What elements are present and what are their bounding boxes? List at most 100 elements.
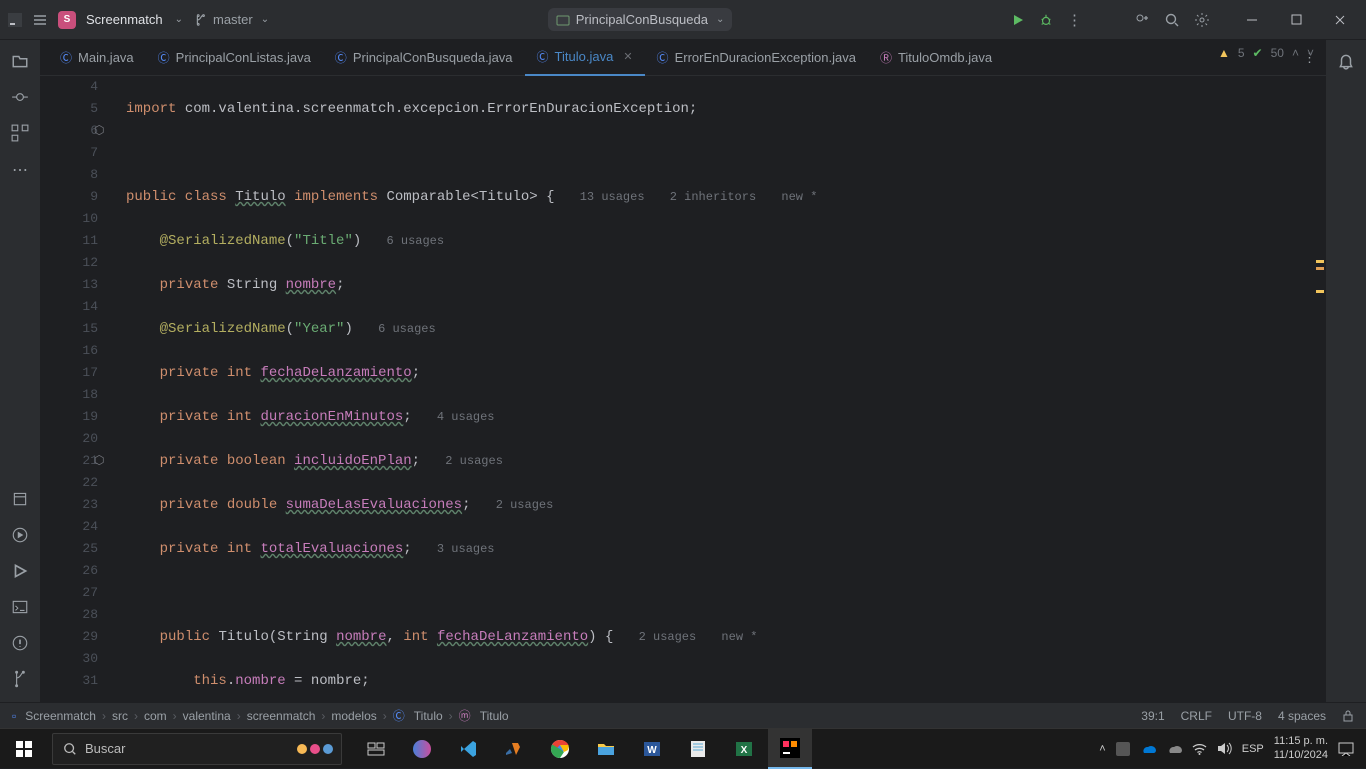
implements-gutter-icon[interactable]: ⬡ xyxy=(94,120,104,142)
editor-scrollbar[interactable] xyxy=(1314,112,1326,702)
svg-text:X: X xyxy=(741,745,748,756)
readonly-lock-icon[interactable] xyxy=(1342,710,1354,722)
class-icon: Ⓒ xyxy=(393,707,405,724)
system-tray: ˄ ESP 11:15 p. m. 11/10/2024 xyxy=(1099,735,1366,761)
chevron-down-icon: ⌄ xyxy=(261,14,269,25)
indent-status[interactable]: 4 spaces xyxy=(1278,709,1326,723)
taskbar-apps: W X xyxy=(354,729,812,769)
copilot-app-icon[interactable] xyxy=(400,729,444,769)
next-highlight-icon[interactable]: ˅ xyxy=(1307,46,1314,60)
chevron-down-icon: ⌄ xyxy=(716,14,724,25)
window-controls xyxy=(1234,6,1358,34)
volume-icon[interactable] xyxy=(1217,742,1232,755)
method-icon: ⓜ xyxy=(459,707,471,724)
tab-label: PrincipalConListas.java xyxy=(176,50,311,65)
java-class-icon: Ⓒ xyxy=(537,48,549,65)
left-tool-rail: ⋯ xyxy=(0,40,40,702)
run-config-icon xyxy=(556,13,570,27)
problems-tool-icon[interactable] xyxy=(11,634,29,652)
code-content[interactable]: import com.valentina.screenmatch.excepci… xyxy=(116,76,1326,702)
word-app-icon[interactable]: W xyxy=(630,729,674,769)
tab-label: TituloOmdb.java xyxy=(898,50,992,65)
project-name[interactable]: Screenmatch xyxy=(86,12,163,27)
commit-tool-icon[interactable] xyxy=(11,88,29,106)
breadcrumb-item[interactable]: valentina xyxy=(183,709,231,723)
search-everywhere-icon[interactable] xyxy=(1164,12,1180,28)
inspection-widget[interactable]: ▲5 ✔50 ˄ ˅ xyxy=(1218,46,1314,60)
breadcrumb-item[interactable]: src xyxy=(112,709,128,723)
project-tool-icon[interactable] xyxy=(11,52,29,70)
excel-app-icon[interactable]: X xyxy=(722,729,766,769)
file-encoding[interactable]: UTF-8 xyxy=(1228,709,1262,723)
run-config-selector[interactable]: PrincipalConBusqueda ⌄ xyxy=(548,8,733,31)
start-button[interactable] xyxy=(0,729,48,769)
task-view-icon[interactable] xyxy=(354,729,398,769)
weak-count: 50 xyxy=(1271,46,1284,60)
search-placeholder: Buscar xyxy=(85,741,125,756)
tab-main-java[interactable]: ⒸMain.java xyxy=(48,40,146,76)
onedrive-icon[interactable] xyxy=(1140,743,1156,755)
tab-principalconlistas[interactable]: ⒸPrincipalConListas.java xyxy=(146,40,323,76)
chevron-down-icon[interactable]: ⌄ xyxy=(175,14,183,25)
right-tool-rail xyxy=(1326,40,1366,702)
services-tool-icon[interactable] xyxy=(11,526,29,544)
more-tools-icon[interactable]: ⋯ xyxy=(12,160,28,180)
svg-text:W: W xyxy=(647,745,657,756)
build-tool-icon[interactable] xyxy=(11,490,29,508)
debug-button-icon[interactable] xyxy=(1039,13,1053,27)
matlab-app-icon[interactable] xyxy=(492,729,536,769)
run-tool-icon[interactable] xyxy=(11,562,29,580)
notifications-tray-icon[interactable] xyxy=(1338,742,1354,756)
run-button-icon[interactable] xyxy=(1011,13,1025,27)
tab-titulo[interactable]: Ⓒ Titulo.java ✕ xyxy=(525,40,645,76)
breadcrumb-item[interactable]: Titulo xyxy=(480,709,509,723)
close-button[interactable] xyxy=(1322,6,1358,34)
line-separator[interactable]: CRLF xyxy=(1181,709,1212,723)
tab-tituloomdb[interactable]: ⓇTituloOmdb.java xyxy=(868,40,1004,76)
breadcrumb-item[interactable]: modelos xyxy=(331,709,376,723)
keyboard-lang[interactable]: ESP xyxy=(1242,743,1264,755)
tray-expand-icon[interactable]: ˄ xyxy=(1099,743,1105,755)
tab-label: Titulo.java xyxy=(555,49,614,64)
minimize-button[interactable] xyxy=(1234,6,1270,34)
taskbar-search[interactable]: Buscar xyxy=(52,733,342,765)
tab-errorenduracion[interactable]: ⒸErrorEnDuracionException.java xyxy=(645,40,868,76)
breadcrumbs[interactable]: ▫ Screenmatch› src› com› valentina› scre… xyxy=(12,707,509,724)
more-actions-icon[interactable]: ⋮ xyxy=(1067,11,1082,29)
structure-tool-icon[interactable] xyxy=(11,124,29,142)
notepad-app-icon[interactable] xyxy=(676,729,720,769)
warning-icon: ▲ xyxy=(1218,46,1230,60)
close-tab-icon[interactable]: ✕ xyxy=(623,50,632,63)
breadcrumb-item[interactable]: Titulo xyxy=(414,709,443,723)
cursor-position[interactable]: 39:1 xyxy=(1141,709,1164,723)
notifications-icon[interactable] xyxy=(1337,52,1355,70)
maximize-button[interactable] xyxy=(1278,6,1314,34)
weather-icon[interactable] xyxy=(1166,743,1182,755)
intellij-app-icon[interactable] xyxy=(768,729,812,769)
chrome-app-icon[interactable] xyxy=(538,729,582,769)
windows-taskbar: Buscar W X ˄ ESP 11:15 p. m. 11/10/2024 xyxy=(0,728,1366,768)
explorer-app-icon[interactable] xyxy=(584,729,628,769)
editor-tabs: ⒸMain.java ⒸPrincipalConListas.java ⒸPri… xyxy=(40,40,1326,76)
wifi-icon[interactable] xyxy=(1192,743,1207,755)
breadcrumb-item[interactable]: com xyxy=(144,709,167,723)
vscode-app-icon[interactable] xyxy=(446,729,490,769)
vcs-branch-selector[interactable]: master ⌄ xyxy=(193,12,269,27)
tray-app-icon[interactable] xyxy=(1116,742,1130,756)
settings-icon[interactable] xyxy=(1194,12,1210,28)
warning-count: 5 xyxy=(1238,46,1245,60)
tab-principalconbusqueda[interactable]: ⒸPrincipalConBusqueda.java xyxy=(323,40,525,76)
main-menu-icon[interactable] xyxy=(32,12,48,28)
code-with-me-icon[interactable] xyxy=(1134,12,1150,28)
breadcrumb-item[interactable]: Screenmatch xyxy=(25,709,96,723)
override-gutter-icon[interactable]: ⬡ xyxy=(94,450,104,472)
terminal-tool-icon[interactable] xyxy=(11,598,29,616)
prev-highlight-icon[interactable]: ˄ xyxy=(1292,46,1299,60)
breadcrumb-item[interactable]: screenmatch xyxy=(247,709,316,723)
clock[interactable]: 11:15 p. m. 11/10/2024 xyxy=(1274,735,1328,761)
vcs-tool-icon[interactable] xyxy=(11,670,29,688)
editor-body[interactable]: 4567891011121314151617181920212223242526… xyxy=(40,76,1326,702)
module-icon: ▫ xyxy=(12,709,16,723)
gutter[interactable]: 4567891011121314151617181920212223242526… xyxy=(40,76,116,702)
intellij-logo-icon[interactable] xyxy=(8,13,22,27)
